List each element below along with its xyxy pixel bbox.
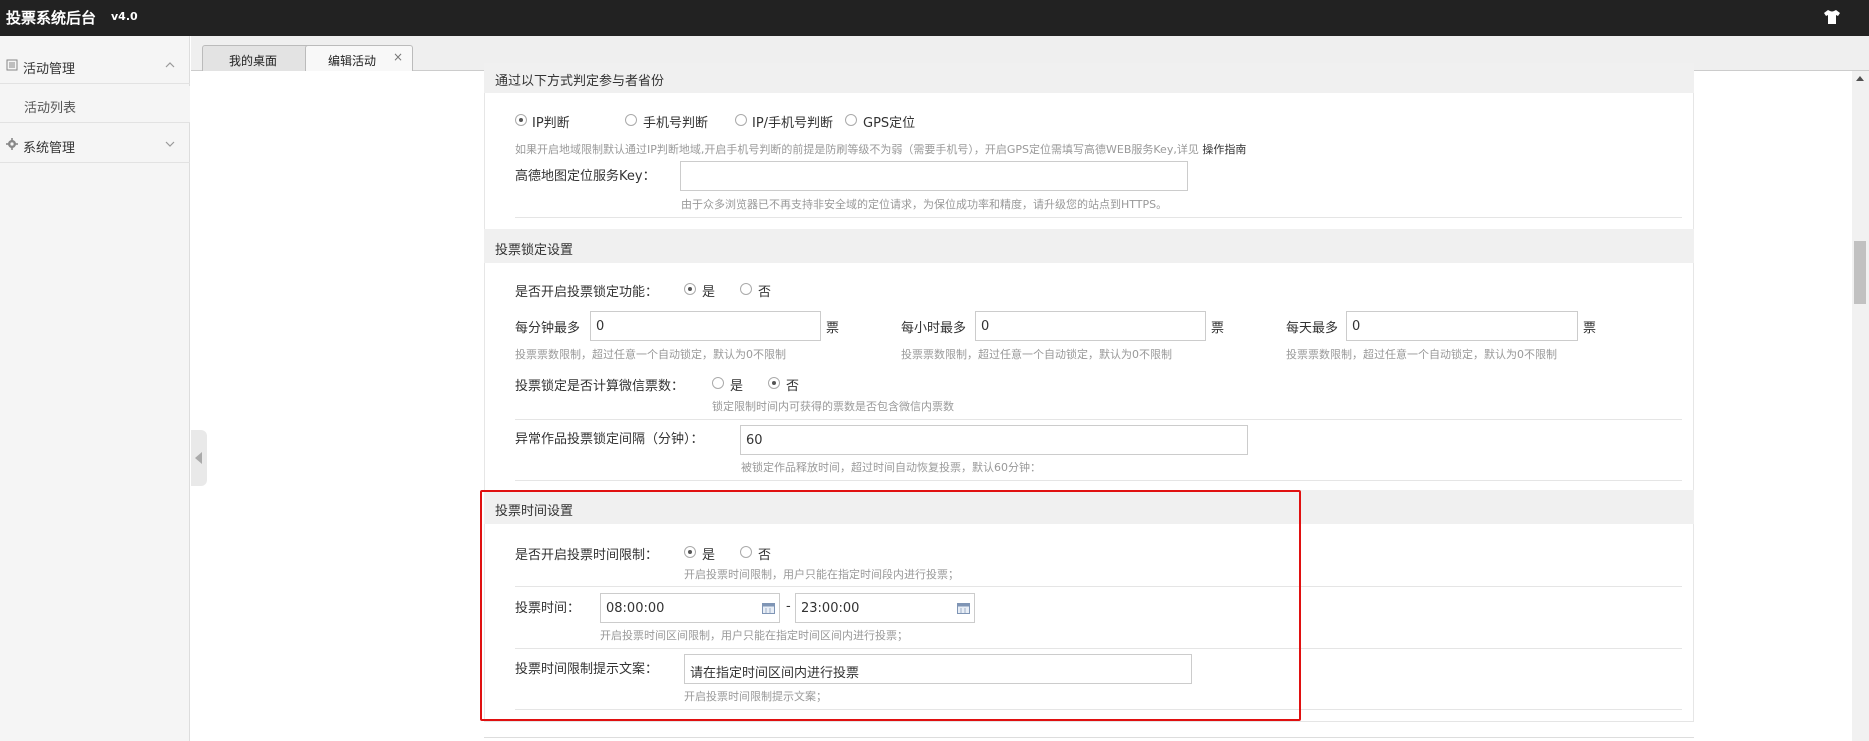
sidebar-item-activity-list[interactable]: 活动列表 <box>0 86 190 122</box>
guide-link[interactable]: 操作指南 <box>1202 143 1246 156</box>
lock-enable-label: 是否开启投票锁定功能： <box>515 285 659 300</box>
divider <box>484 737 1694 738</box>
scrollbar[interactable] <box>1852 71 1869 741</box>
divider <box>515 419 1682 420</box>
radio-label: 是 <box>730 379 744 394</box>
unit-label: 票 <box>826 321 840 336</box>
radio-ip[interactable] <box>515 114 527 126</box>
wechat-count-label: 投票锁定是否计算微信票数： <box>515 379 685 394</box>
radio-label: 手机号判断 <box>643 116 709 131</box>
radio-label: IP判断 <box>532 116 570 131</box>
interval-input[interactable]: 60 <box>740 425 1248 455</box>
divider <box>0 122 190 123</box>
per-hour-input[interactable]: 0 <box>975 311 1206 341</box>
sidebar-collapse-handle[interactable] <box>191 430 207 486</box>
per-minute-label: 每分钟最多 <box>515 321 581 336</box>
radio-phone[interactable] <box>625 114 637 126</box>
radio-label: GPS定位 <box>863 116 916 131</box>
unit-label: 票 <box>1211 321 1225 336</box>
radio-label: IP/手机号判断 <box>752 116 834 131</box>
per-minute-input[interactable]: 0 <box>590 311 821 341</box>
chevron-left-icon <box>195 452 202 464</box>
tab-my-desktop[interactable]: 我的桌面 <box>202 45 310 71</box>
amap-key-input[interactable] <box>680 161 1188 191</box>
section-title: 通过以下方式判定参与者省份 <box>495 74 665 89</box>
section-header-lock: 投票锁定设置 <box>484 229 1694 263</box>
scroll-up-icon[interactable] <box>1856 76 1864 81</box>
interval-label: 异常作品投票锁定间隔（分钟）： <box>515 432 704 447</box>
sidebar: 活动管理 活动列表 系统管理 <box>0 36 190 741</box>
divider <box>484 721 1694 722</box>
per-day-label: 每天最多 <box>1286 321 1339 336</box>
amap-key-label: 高德地图定位服务Key： <box>515 169 656 184</box>
list-icon <box>6 59 18 71</box>
radio-wechat-yes[interactable] <box>712 377 724 389</box>
wechat-count-hint: 锁定限制时间内可获得的票数是否包含微信内票数 <box>712 400 954 413</box>
chevron-up-icon <box>165 62 175 68</box>
divider <box>0 83 190 84</box>
radio-lock-no[interactable] <box>740 283 752 295</box>
per-day-input[interactable]: 0 <box>1346 311 1578 341</box>
section-header-region: 通过以下方式判定参与者省份 <box>484 63 1694 93</box>
per-minute-hint: 投票票数限制，超过任意一个自动锁定，默认为0不限制 <box>515 348 786 361</box>
menu-system-management[interactable]: 系统管理 <box>0 126 190 162</box>
tab-label: 我的桌面 <box>229 54 278 68</box>
app-title: 投票系统后台 <box>6 9 97 27</box>
radio-ip-phone[interactable] <box>735 114 747 126</box>
divider <box>515 217 1682 218</box>
divider <box>515 480 1682 481</box>
interval-hint: 被锁定作品释放时间，超过时间自动恢复投票，默认60分钟： <box>741 461 1041 474</box>
menu-label: 活动管理 <box>23 62 76 77</box>
per-hour-hint: 投票票数限制，超过任意一个自动锁定，默认为0不限制 <box>901 348 1172 361</box>
radio-label: 否 <box>786 379 800 394</box>
per-hour-label: 每小时最多 <box>901 321 967 336</box>
per-day-hint: 投票票数限制，超过任意一个自动锁定，默认为0不限制 <box>1286 348 1557 361</box>
app-version: v4.0 <box>111 10 138 23</box>
gear-icon <box>6 138 18 150</box>
radio-label: 是 <box>702 285 716 300</box>
tab-label: 编辑活动 <box>328 54 377 68</box>
scroll-thumb[interactable] <box>1854 241 1866 304</box>
close-icon[interactable]: × <box>393 50 403 64</box>
radio-lock-yes[interactable] <box>684 283 696 295</box>
top-bar: 投票系统后台 v4.0 <box>0 0 1869 36</box>
unit-label: 票 <box>1583 321 1597 336</box>
radio-label: 否 <box>758 285 772 300</box>
radio-wechat-no[interactable] <box>768 377 780 389</box>
radio-gps[interactable] <box>845 114 857 126</box>
divider <box>0 162 190 163</box>
highlight-box <box>480 490 1301 721</box>
menu-activity-management[interactable]: 活动管理 <box>0 47 190 83</box>
amap-key-hint: 由于众多浏览器已不再支持非安全域的定位请求，为保位成功率和精度，请升级您的站点到… <box>681 198 1168 211</box>
section-title: 投票锁定设置 <box>495 243 574 258</box>
menu-label: 系统管理 <box>23 141 76 156</box>
sidebar-item-label: 活动列表 <box>24 101 77 116</box>
chevron-down-icon <box>165 141 175 147</box>
region-hint: 如果开启地域限制默认通过IP判断地域,开启手机号判断的前提是防刷等级不为弱（需要… <box>515 141 1246 157</box>
tab-edit-activity[interactable]: 编辑活动 × <box>305 45 413 71</box>
region-hint-text: 如果开启地域限制默认通过IP判断地域,开启手机号判断的前提是防刷等级不为弱（需要… <box>515 143 1199 156</box>
theme-shirt-icon[interactable] <box>1823 8 1841 26</box>
